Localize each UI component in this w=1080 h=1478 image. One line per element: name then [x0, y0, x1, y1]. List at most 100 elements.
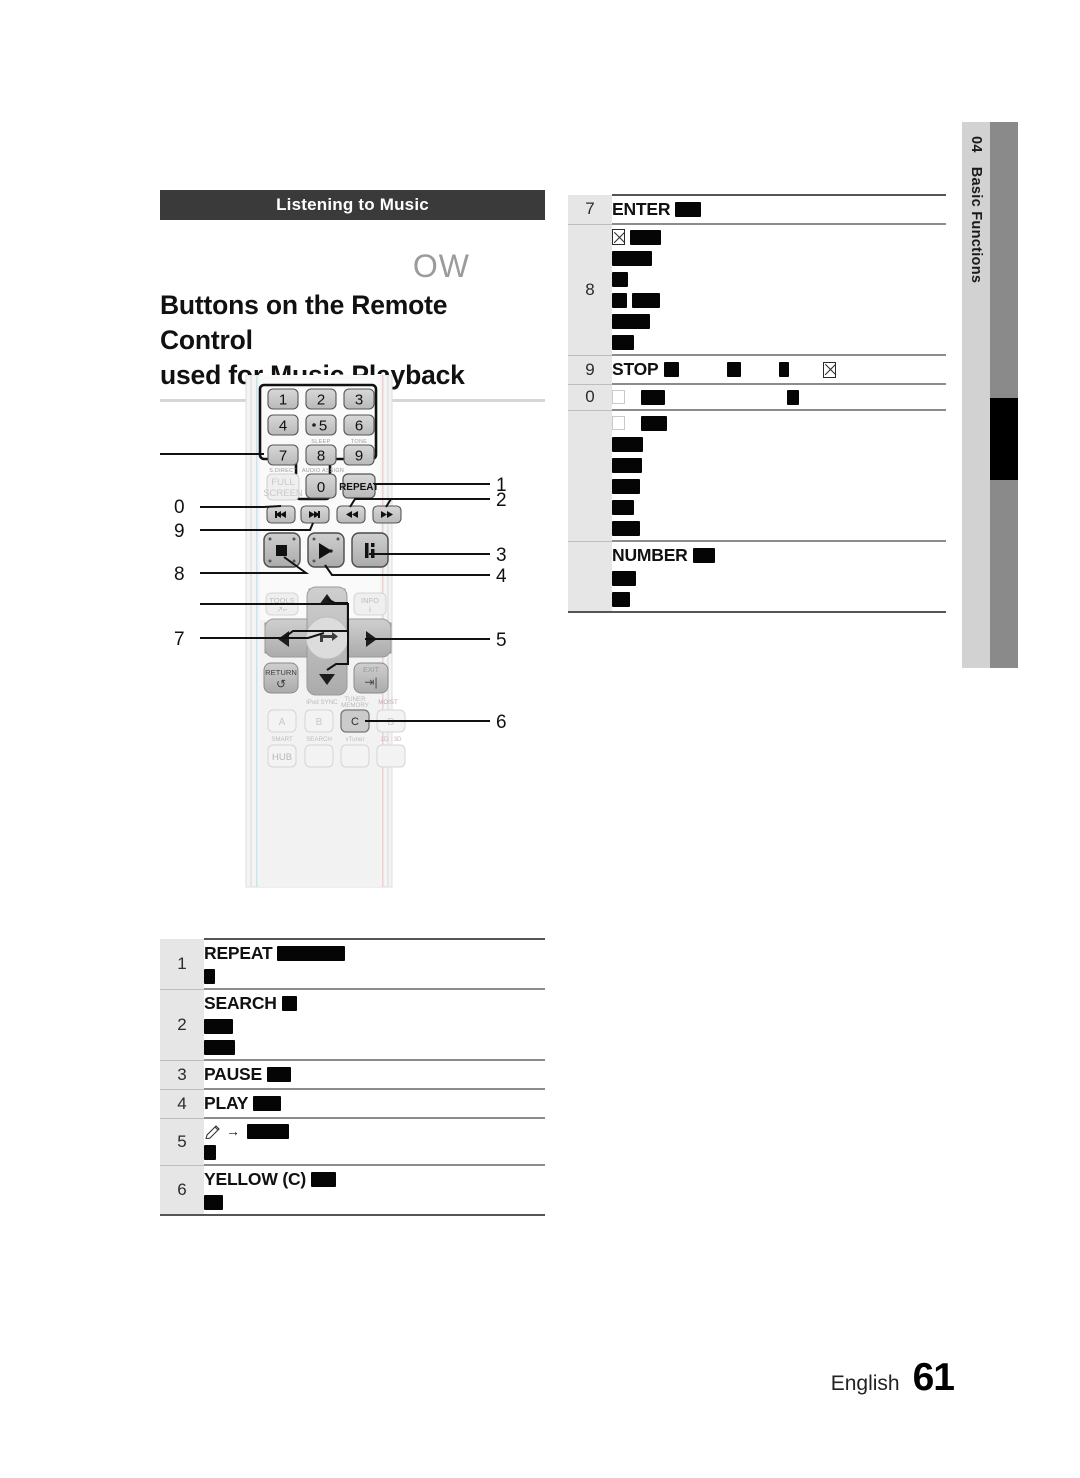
- button-label: NUMBER: [612, 545, 688, 565]
- svg-text:INFO: INFO: [361, 596, 379, 605]
- row-line: [612, 270, 946, 288]
- row-line: [612, 333, 946, 351]
- callout-5: 5: [496, 630, 507, 651]
- row-line: [612, 498, 946, 516]
- table-row: 8: [568, 223, 946, 355]
- svg-text:1: 1: [279, 392, 287, 409]
- table-row: [568, 409, 946, 541]
- row-line: [612, 312, 946, 330]
- row-line: YELLOW (C): [204, 1169, 545, 1190]
- row-index: 9: [568, 354, 612, 384]
- redacted-text-block: [612, 436, 643, 452]
- spec-table-left: 1 REPEAT 2 SEARCH 3 PAUSE 4 PLAY 5 → 6 YELLOW (C): [160, 938, 545, 1216]
- row-line: ENTER: [612, 199, 946, 220]
- svg-text:⇥|: ⇥|: [364, 675, 377, 689]
- row-body: [612, 223, 946, 355]
- svg-text:D: D: [387, 717, 394, 728]
- row-body: [612, 409, 946, 541]
- svg-text:SCREEN: SCREEN: [263, 488, 303, 499]
- svg-text:3: 3: [355, 392, 363, 409]
- table-row: 0: [568, 383, 946, 410]
- svg-text:AUDIO ASSIGN: AUDIO ASSIGN: [302, 468, 344, 474]
- redacted-text-block: [267, 1067, 291, 1082]
- redacted-text-block: [778, 362, 789, 377]
- svg-text:SEARCH: SEARCH: [306, 736, 332, 743]
- redacted-text-block: [632, 292, 660, 308]
- svg-text:SMART: SMART: [271, 736, 293, 743]
- section-banner-label: Listening to Music: [276, 195, 429, 214]
- callout-7: 7: [174, 629, 185, 650]
- redacted-text-block: [612, 591, 630, 607]
- button-label: ENTER: [612, 199, 671, 219]
- pencil-icon: [204, 1123, 222, 1140]
- chapter-marker: [990, 398, 1018, 480]
- row-line: [612, 291, 946, 309]
- button-label: YELLOW (C): [204, 1169, 307, 1189]
- manual-page: 04 Basic Functions Listening to Music OW…: [0, 0, 1080, 1478]
- svg-text:C: C: [351, 716, 359, 728]
- partial-text-fragment: OW: [412, 248, 470, 284]
- row-line: [204, 967, 545, 985]
- row-line: [204, 1017, 545, 1035]
- button-label: PAUSE: [204, 1064, 262, 1084]
- button-label: PLAY: [204, 1093, 249, 1113]
- row-line: [204, 1143, 545, 1161]
- svg-text:0: 0: [317, 479, 325, 496]
- table-row: 3 PAUSE: [160, 1059, 545, 1089]
- svg-text:EXIT: EXIT: [363, 665, 380, 674]
- svg-text:i: i: [369, 605, 371, 614]
- svg-text:9: 9: [355, 448, 363, 465]
- row-line: [204, 1193, 545, 1211]
- arrow-icon: →: [226, 1123, 240, 1139]
- svg-text:MEMORY: MEMORY: [341, 702, 369, 709]
- redacted-text-block: [612, 570, 636, 586]
- redacted-text-block: [204, 968, 215, 984]
- row-line: [612, 435, 946, 453]
- spec-table-right: 7 ENTER 8 9 STOP 0 NUMBER: [568, 194, 946, 613]
- row-index: 5: [160, 1117, 204, 1165]
- left-spec-table: 1 REPEAT 2 SEARCH 3 PAUSE 4 PLAY 5 → 6 YELLOW (C): [160, 938, 545, 1216]
- row-index: [568, 409, 612, 541]
- svg-text:iPod SYNC: iPod SYNC: [306, 699, 338, 706]
- chapter-bar: [990, 122, 1018, 668]
- callout-2: 2: [496, 490, 507, 511]
- row-index: 7: [568, 195, 612, 224]
- redacted-text-block: [281, 996, 297, 1011]
- redacted-text-block: [204, 1018, 233, 1034]
- redacted-text-block: [204, 1039, 235, 1055]
- hollow-box-icon: [612, 416, 625, 430]
- right-spec-table: 7 ENTER 8 9 STOP 0 NUMBER: [568, 194, 946, 613]
- redacted-text-block: [630, 229, 661, 245]
- page-title-line1: Buttons on the Remote Control: [160, 290, 448, 355]
- row-index: 4: [160, 1088, 204, 1118]
- row-line: [612, 477, 946, 495]
- x-box-icon: [822, 361, 836, 378]
- svg-text:TONE: TONE: [351, 439, 367, 445]
- left-column: Listening to Music OW Buttons on the Rem…: [160, 190, 545, 402]
- redacted-text-block: [612, 313, 650, 329]
- redacted-text-block: [204, 1144, 216, 1160]
- svg-text:B: B: [316, 717, 323, 728]
- row-line: PAUSE: [204, 1064, 545, 1085]
- row-line: [612, 228, 946, 246]
- row-line: →: [204, 1122, 545, 1140]
- chapter-number: 04: [968, 136, 984, 153]
- row-index: 8: [568, 223, 612, 355]
- row-index: 3: [160, 1059, 204, 1089]
- redacted-text-block: [612, 478, 640, 494]
- svg-text:SLEEP: SLEEP: [311, 439, 330, 445]
- x-box-icon: [612, 229, 625, 245]
- row-line: NUMBER: [612, 545, 946, 566]
- row-line: [612, 519, 946, 537]
- row-line: [612, 249, 946, 267]
- hollow-box-icon: [612, 390, 625, 404]
- callout-6: 6: [496, 712, 507, 733]
- row-body: PLAY: [204, 1088, 545, 1118]
- table-row: 1 REPEAT: [160, 938, 545, 989]
- page-footer: English 61: [831, 1356, 955, 1400]
- table-row: 6 YELLOW (C): [160, 1164, 545, 1215]
- row-body: STOP: [612, 354, 946, 384]
- row-index: 2: [160, 988, 204, 1060]
- svg-text:2D : 3D: 2D : 3D: [381, 736, 403, 743]
- svg-text:A: A: [279, 717, 286, 728]
